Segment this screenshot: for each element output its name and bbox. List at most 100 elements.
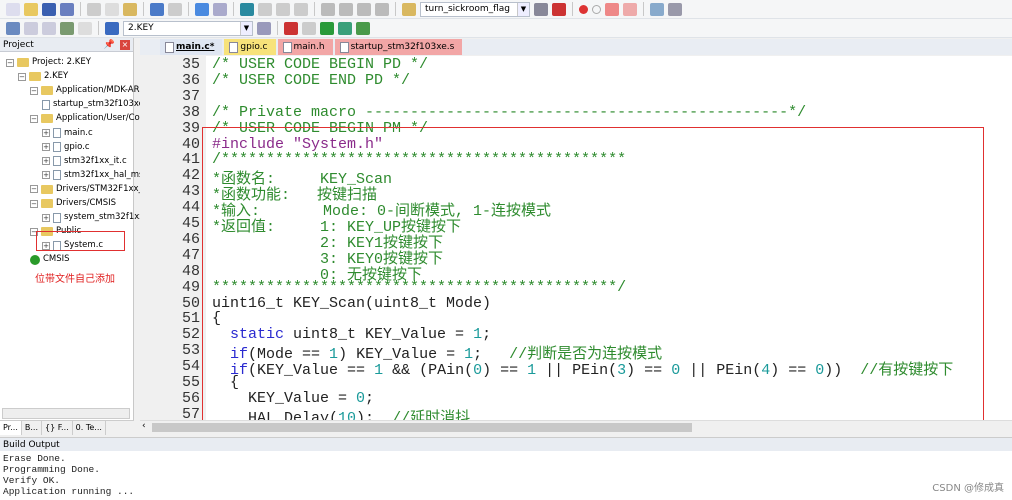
line-number: 53 [181,342,200,360]
next-bookmark-icon[interactable] [276,2,290,16]
line-number: 38 [181,103,200,121]
manage-project-icon[interactable] [284,21,298,35]
tree-item[interactable]: − Application/MDK-ARM [30,84,147,97]
line-number: 43 [181,183,200,201]
highlight-box [202,127,984,420]
tree-item[interactable]: − Drivers/CMSIS [30,197,116,210]
paste-icon[interactable] [123,2,137,16]
clear-bookmarks-icon[interactable] [294,2,308,16]
scroll-left-icon[interactable]: ‹ [142,421,146,431]
line-number: 55 [181,374,200,391]
code-line: /* USER CODE BEGIN PD */ [212,56,428,73]
load-icon[interactable] [105,21,119,35]
close-icon[interactable]: × [120,40,130,50]
clear-breakpoints-icon[interactable] [623,2,637,16]
line-number: 35 [181,56,200,73]
chevron-down-icon[interactable]: ▼ [240,21,252,35]
select-packs-icon[interactable] [302,21,316,35]
tree-item[interactable]: − Application/User/Core [30,112,148,125]
copy-icon[interactable] [105,2,119,16]
expand-icon[interactable]: − [30,185,38,194]
tree-item[interactable]: + stm32f1xx_it.c [42,155,127,168]
bookmark-icon[interactable] [240,2,254,16]
tree-item[interactable]: + system_stm32f1xx.c [42,211,152,224]
tab-startup-stm32f103xe-s[interactable]: startup_stm32f103xe.s [334,39,463,55]
disable-breakpoint-icon[interactable] [592,4,601,14]
expand-icon[interactable]: − [6,58,14,67]
tab-main-c-[interactable]: main.c* [160,39,223,55]
window-icon[interactable] [650,2,664,16]
open-icon[interactable] [24,2,38,16]
line-number: 36 [181,71,200,89]
find-combo[interactable]: turn_sickroom_flag ▼ [420,1,530,17]
tab-templates[interactable]: 0. Te... [73,421,106,435]
expand-icon[interactable]: + [42,171,50,180]
tab-books[interactable]: B... [22,421,42,435]
scrollbar-thumb[interactable] [152,423,692,432]
breakpoint-icon[interactable] [579,4,588,14]
pack-installer-icon[interactable] [338,21,352,35]
redo-icon[interactable] [168,2,182,16]
expand-icon[interactable]: − [18,72,26,81]
pin-icon[interactable]: 📌 [104,38,115,52]
line-number: 40 [181,135,200,153]
expand-icon[interactable]: − [30,86,38,95]
forward-icon[interactable] [213,2,227,16]
component-icon[interactable] [356,21,370,35]
tree-item-label: gpio.c [64,141,90,152]
tree-item[interactable]: − 2.KEY [18,70,68,83]
tree-item[interactable]: + gpio.c [42,141,90,154]
folder-icon [41,86,53,96]
chevron-down-icon[interactable]: ▼ [517,2,529,16]
indent-icon[interactable] [321,2,335,16]
tab-gpio-c[interactable]: gpio.c [224,39,276,55]
debug-icon[interactable] [552,2,566,16]
watermark: CSDN @修成真 [932,483,1004,494]
find-in-files-icon[interactable] [402,2,416,16]
line-number: 44 [181,199,200,217]
settings-icon[interactable] [668,2,682,16]
expand-icon[interactable]: + [42,143,50,152]
line-number: 39 [181,119,200,137]
save-all-icon[interactable] [60,2,74,16]
find-icon[interactable] [534,2,548,16]
unindent-icon[interactable] [339,2,353,16]
tab-main-h[interactable]: main.h [277,39,333,55]
expand-icon[interactable]: + [42,213,50,222]
comment-icon[interactable] [357,2,371,16]
file-icon [53,156,61,167]
prev-bookmark-icon[interactable] [258,2,272,16]
line-number: 52 [181,326,200,344]
manage-rte-icon[interactable] [320,21,334,35]
stop-build-icon[interactable] [78,21,92,35]
editor-horizontal-scrollbar[interactable]: ‹ [140,420,1012,434]
cut-icon[interactable] [87,2,101,16]
folder-icon [41,199,53,208]
expand-icon[interactable]: − [30,199,38,208]
expand-icon[interactable]: − [30,114,38,123]
code-editor[interactable]: 35 36 37 38 39 40 41 42 43 44 45 46 47 48 49 50 51 52 53 54… [140,56,1012,420]
kill-breakpoints-icon[interactable] [605,2,619,16]
tree-item[interactable]: CMSIS [30,253,70,266]
translate-icon[interactable] [6,21,20,35]
tree-item[interactable]: + main.c [42,127,93,140]
tree-item[interactable]: − Project: 2.KEY [6,56,91,69]
expand-icon[interactable]: + [42,129,50,137]
uncomment-icon[interactable] [375,2,389,16]
tab-functions[interactable]: {} F... [42,421,73,435]
horizontal-scrollbar[interactable] [2,408,130,419]
tree-item[interactable]: startup_stm32f103xe.s [42,98,151,111]
undo-icon[interactable] [150,2,164,16]
find-combo-value: turn_sickroom_flag [425,4,511,14]
tab-project[interactable]: Pr... [0,421,22,435]
expand-icon[interactable]: + [42,157,50,166]
batch-build-icon[interactable] [60,21,74,35]
target-options-icon[interactable] [257,21,271,35]
target-combo[interactable]: 2.KEY ▼ [123,20,253,36]
rebuild-icon[interactable] [42,21,56,35]
editor-tabs: main.c* gpio.c main.h startup_stm32f103xe.s [140,39,1012,55]
build-icon[interactable] [24,21,38,35]
save-icon[interactable] [42,2,56,16]
new-file-icon[interactable] [6,2,20,16]
back-icon[interactable] [195,2,209,16]
